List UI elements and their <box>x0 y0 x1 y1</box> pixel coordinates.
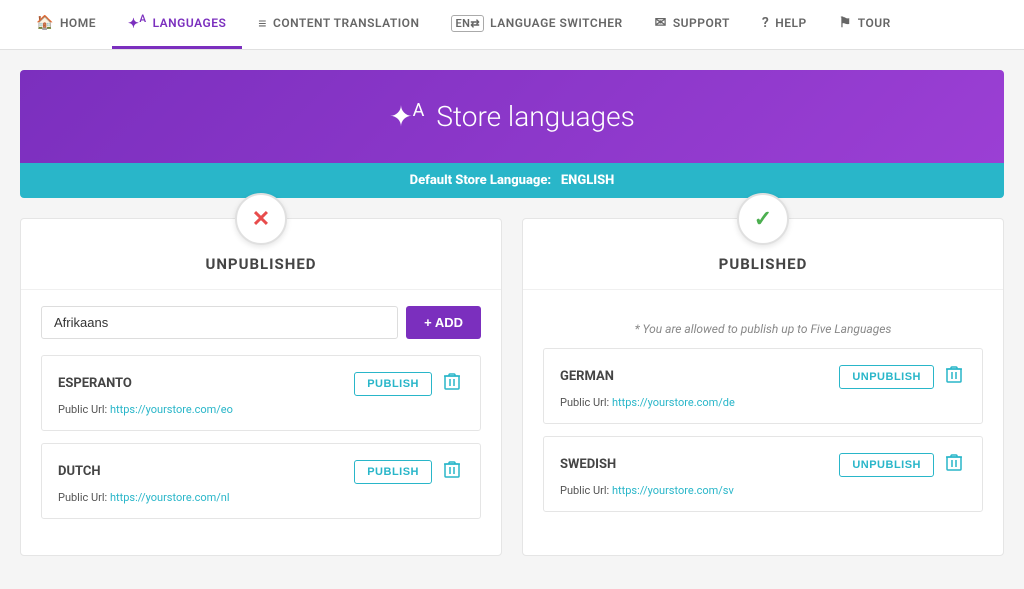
add-language-row: Afrikaans Albanian Arabic Armenian Basqu… <box>41 306 481 339</box>
delete-esperanto-button[interactable] <box>440 370 464 397</box>
esperanto-url: Public Url: https://yourstore.com/eo <box>58 403 464 416</box>
publish-esperanto-button[interactable]: PUBLISH <box>354 372 432 396</box>
language-card-dutch: DUTCH PUBLISH <box>41 443 481 519</box>
unpublish-german-button[interactable]: UNPUBLISH <box>839 365 934 389</box>
languages-icon: ✦A <box>128 14 147 31</box>
default-lang-label: Default Store Language: <box>410 173 552 188</box>
top-navigation: 🏠 HOME ✦A LANGUAGES ≡ CONTENT TRANSLATIO… <box>0 0 1024 50</box>
language-columns: ✕ UNPUBLISHED Afrikaans Albanian Arabic … <box>20 218 1004 556</box>
esperanto-url-link[interactable]: https://yourstore.com/eo <box>110 403 233 416</box>
nav-label-languages: LANGUAGES <box>153 16 227 30</box>
nav-item-support[interactable]: ✉ SUPPORT <box>639 0 746 49</box>
swedish-url: Public Url: https://yourstore.com/sv <box>560 484 966 497</box>
swedish-url-link[interactable]: https://yourstore.com/sv <box>612 484 734 497</box>
nav-label-tour: TOUR <box>858 16 891 30</box>
language-card-swedish: SWEDISH UNPUBLISH <box>543 436 983 512</box>
nav-item-languages[interactable]: ✦A LANGUAGES <box>112 0 242 49</box>
nav-label-content-translation: CONTENT TRANSLATION <box>273 16 419 30</box>
unpublished-body: Afrikaans Albanian Arabic Armenian Basqu… <box>21 290 501 535</box>
swedish-name: SWEDISH <box>560 457 616 472</box>
nav-label-help: HELP <box>775 16 806 30</box>
help-icon: ? <box>762 15 769 31</box>
esperanto-actions: PUBLISH <box>354 370 464 397</box>
nav-label-support: SUPPORT <box>673 16 730 30</box>
unpublished-column: ✕ UNPUBLISHED Afrikaans Albanian Arabic … <box>20 218 502 556</box>
support-icon: ✉ <box>655 15 667 31</box>
dutch-url: Public Url: https://yourstore.com/nl <box>58 491 464 504</box>
german-url-link[interactable]: https://yourstore.com/de <box>612 396 735 409</box>
main-content: ✦A Store languages Default Store Languag… <box>0 50 1024 576</box>
published-badge: ✓ <box>737 193 789 245</box>
hero-translate-icon: ✦A <box>389 100 424 133</box>
language-card-german: GERMAN UNPUBLISH <box>543 348 983 424</box>
nav-item-home[interactable]: 🏠 HOME <box>20 0 112 49</box>
default-language-bar: Default Store Language: ENGLISH <box>20 163 1004 198</box>
dutch-url-link[interactable]: https://yourstore.com/nl <box>110 491 230 504</box>
add-language-button[interactable]: + ADD <box>406 306 481 339</box>
published-body: * You are allowed to publish up to Five … <box>523 290 1003 528</box>
language-switcher-icon: EN⇄ <box>451 15 484 32</box>
tour-icon: ⚑ <box>839 15 852 31</box>
german-url: Public Url: https://yourstore.com/de <box>560 396 966 409</box>
unpublished-badge: ✕ <box>235 193 287 245</box>
hero-title: Store languages <box>436 100 634 133</box>
nav-item-language-switcher[interactable]: EN⇄ LANGUAGE SWITCHER <box>435 0 638 49</box>
swedish-actions: UNPUBLISH <box>839 451 966 478</box>
nav-item-tour[interactable]: ⚑ TOUR <box>823 0 907 49</box>
esperanto-card-header: ESPERANTO PUBLISH <box>58 370 464 397</box>
published-column: ✓ PUBLISHED * You are allowed to publish… <box>522 218 1004 556</box>
nav-label-language-switcher: LANGUAGE SWITCHER <box>490 16 622 30</box>
nav-item-content-translation[interactable]: ≡ CONTENT TRANSLATION <box>242 0 435 49</box>
nav-label-home: HOME <box>60 16 96 30</box>
delete-swedish-button[interactable] <box>942 451 966 478</box>
home-icon: 🏠 <box>36 15 54 31</box>
unpublished-x-icon: ✕ <box>252 207 270 232</box>
publish-dutch-button[interactable]: PUBLISH <box>354 460 432 484</box>
esperanto-name: ESPERANTO <box>58 376 132 391</box>
german-actions: UNPUBLISH <box>839 363 966 390</box>
hero-banner: ✦A Store languages <box>20 70 1004 163</box>
published-check-icon: ✓ <box>754 207 772 232</box>
delete-german-button[interactable] <box>942 363 966 390</box>
unpublish-swedish-button[interactable]: UNPUBLISH <box>839 453 934 477</box>
german-name: GERMAN <box>560 369 614 384</box>
nav-item-help[interactable]: ? HELP <box>746 0 823 49</box>
language-select[interactable]: Afrikaans Albanian Arabic Armenian Basqu… <box>41 306 398 339</box>
german-card-header: GERMAN UNPUBLISH <box>560 363 966 390</box>
publish-limit-info: * You are allowed to publish up to Five … <box>543 306 983 336</box>
dutch-actions: PUBLISH <box>354 458 464 485</box>
default-lang-value: ENGLISH <box>561 173 614 188</box>
content-translation-icon: ≡ <box>258 15 267 32</box>
dutch-card-header: DUTCH PUBLISH <box>58 458 464 485</box>
swedish-card-header: SWEDISH UNPUBLISH <box>560 451 966 478</box>
dutch-name: DUTCH <box>58 464 101 479</box>
language-card-esperanto: ESPERANTO PUBLISH <box>41 355 481 431</box>
delete-dutch-button[interactable] <box>440 458 464 485</box>
